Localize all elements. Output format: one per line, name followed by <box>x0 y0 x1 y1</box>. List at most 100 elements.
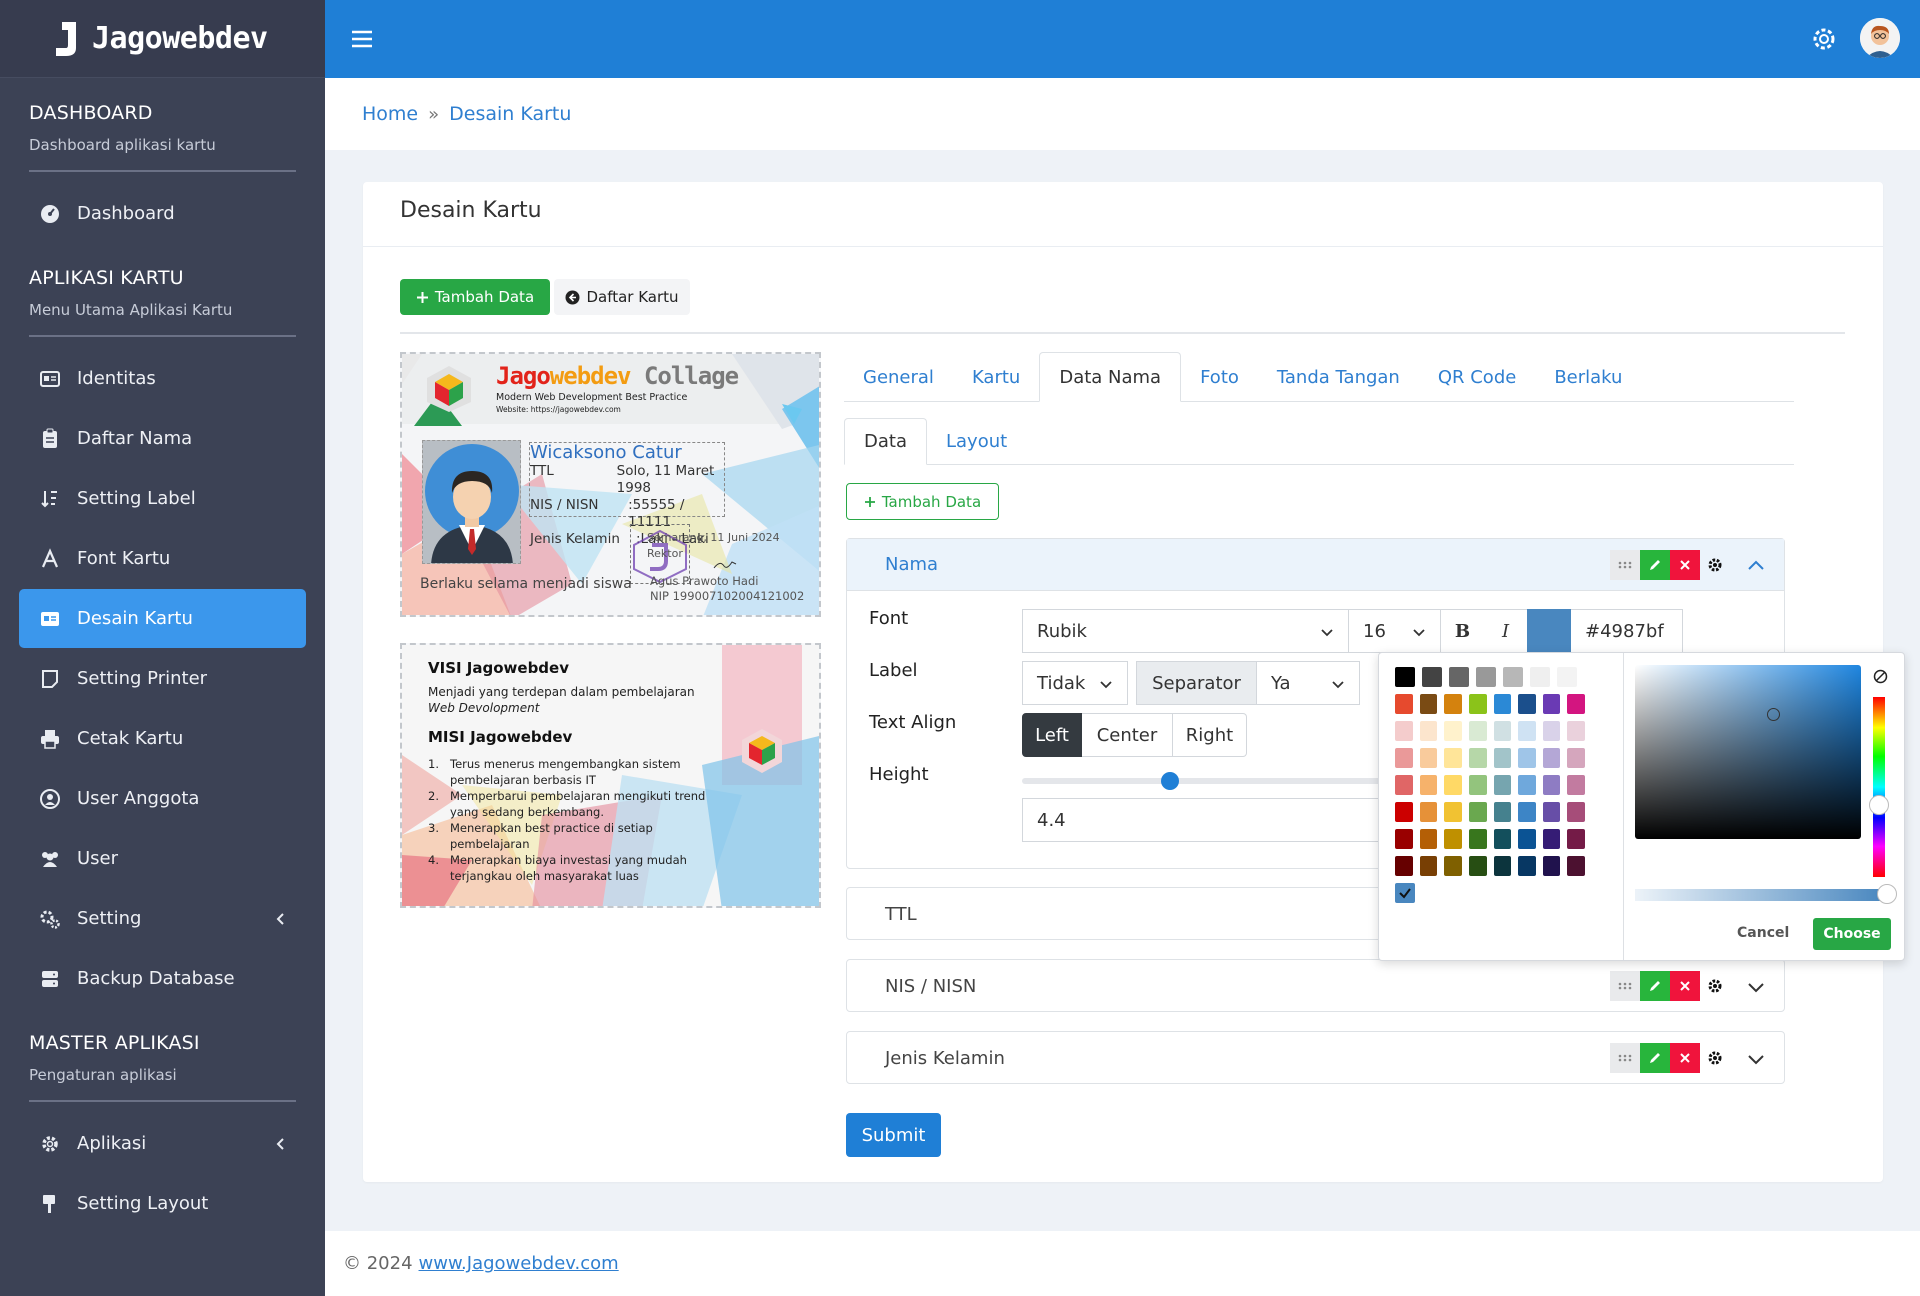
hue-slider-thumb[interactable] <box>1869 795 1889 815</box>
field-settings-icon[interactable] <box>1700 971 1730 1001</box>
color-swatch[interactable] <box>1444 694 1462 714</box>
tab-foto[interactable]: Foto <box>1181 352 1258 402</box>
color-swatch[interactable] <box>1518 802 1536 822</box>
color-swatch[interactable] <box>1493 694 1512 714</box>
hue-slider[interactable] <box>1873 697 1885 877</box>
breadcrumb-home[interactable]: Home <box>362 103 418 125</box>
tab-berlaku[interactable]: Berlaku <box>1535 352 1641 402</box>
color-hex-input[interactable]: #4987bf <box>1571 609 1683 653</box>
subtab-layout[interactable]: Layout <box>927 418 1026 465</box>
picker-choose-button[interactable]: Choose <box>1813 918 1891 950</box>
color-swatch[interactable] <box>1468 748 1487 768</box>
sidebar-item-user[interactable]: User <box>19 829 306 888</box>
color-swatch[interactable] <box>1468 856 1487 876</box>
color-swatch[interactable] <box>1419 748 1438 768</box>
no-color-icon[interactable] <box>1873 669 1888 684</box>
tab-data-nama[interactable]: Data Nama <box>1039 352 1182 402</box>
color-swatch[interactable] <box>1444 829 1462 849</box>
sidebar-item-daftar-nama[interactable]: Daftar Nama <box>19 409 306 468</box>
color-swatch[interactable] <box>1422 667 1442 687</box>
font-size-select[interactable]: 16 <box>1349 609 1441 653</box>
chevron-down-icon[interactable] <box>1746 1049 1766 1069</box>
sidebar-item-setting-printer[interactable]: Setting Printer <box>19 649 306 708</box>
saturation-area[interactable] <box>1635 665 1861 839</box>
align-left-button[interactable]: Left <box>1022 713 1082 757</box>
color-swatch[interactable] <box>1493 829 1512 849</box>
color-swatch[interactable] <box>1567 829 1585 849</box>
add-data-button[interactable]: Tambah Data <box>400 279 550 315</box>
sidebar-item-user-anggota[interactable]: User Anggota <box>19 769 306 828</box>
color-swatch[interactable] <box>1419 829 1438 849</box>
align-center-button[interactable]: Center <box>1082 713 1173 757</box>
color-swatch[interactable] <box>1395 694 1413 714</box>
drag-handle-icon[interactable] <box>1610 1043 1640 1073</box>
sidebar-item-setting-layout[interactable]: Setting Layout <box>19 1174 306 1233</box>
sidebar-item-identitas[interactable]: Identitas <box>19 349 306 408</box>
selected-color-swatch[interactable] <box>1395 883 1415 903</box>
sidebar-item-desain-kartu[interactable]: Desain Kartu <box>19 589 306 648</box>
align-right-button[interactable]: Right <box>1173 713 1247 757</box>
color-swatch[interactable] <box>1468 775 1487 795</box>
card-front-preview[interactable]: Jagowebdev Collage Modern Web Developmen… <box>400 352 821 617</box>
tab-kartu[interactable]: Kartu <box>953 352 1039 402</box>
edit-icon[interactable] <box>1640 971 1670 1001</box>
color-swatch[interactable] <box>1518 775 1536 795</box>
color-swatch[interactable] <box>1518 748 1536 768</box>
sidebar-item-backup-database[interactable]: Backup Database <box>19 949 306 1008</box>
drag-handle-icon[interactable] <box>1610 971 1640 1001</box>
footer-link[interactable]: www.Jagowebdev.com <box>419 1253 619 1274</box>
settings-gear-icon[interactable] <box>1810 25 1838 53</box>
color-swatch[interactable] <box>1518 829 1536 849</box>
color-swatch[interactable] <box>1476 667 1496 687</box>
tab-tanda-tangan[interactable]: Tanda Tangan <box>1258 352 1419 402</box>
bold-button[interactable]: B <box>1441 609 1485 653</box>
color-swatch[interactable] <box>1542 748 1561 768</box>
color-swatch[interactable] <box>1444 802 1462 822</box>
color-swatch[interactable] <box>1567 721 1585 741</box>
separator-select[interactable]: Ya <box>1256 661 1360 705</box>
color-swatch[interactable] <box>1518 856 1536 876</box>
color-swatch[interactable] <box>1449 667 1469 687</box>
color-swatch[interactable] <box>1567 775 1585 795</box>
color-swatch[interactable] <box>1395 667 1415 687</box>
color-swatch[interactable] <box>1395 748 1413 768</box>
sidebar-item-font-kartu[interactable]: Font Kartu <box>19 529 306 588</box>
color-swatch[interactable] <box>1468 694 1487 714</box>
italic-button[interactable]: I <box>1484 609 1528 653</box>
color-swatch[interactable] <box>1542 775 1561 795</box>
chevron-up-icon[interactable] <box>1746 556 1766 576</box>
color-swatch[interactable] <box>1567 802 1585 822</box>
tab-qr-code[interactable]: QR Code <box>1419 352 1535 402</box>
field-settings-icon[interactable] <box>1700 1043 1730 1073</box>
color-swatch[interactable] <box>1419 694 1438 714</box>
menu-toggle-icon[interactable] <box>350 27 374 51</box>
color-swatch[interactable] <box>1542 721 1561 741</box>
color-swatch[interactable] <box>1567 694 1585 714</box>
color-swatch[interactable] <box>1468 721 1487 741</box>
color-swatch[interactable] <box>1444 748 1462 768</box>
color-swatch[interactable] <box>1444 856 1462 876</box>
edit-icon[interactable] <box>1640 550 1670 580</box>
height-input[interactable]: 4.4 <box>1022 798 1382 842</box>
color-swatch[interactable] <box>1503 667 1523 687</box>
field-settings-icon[interactable] <box>1700 550 1730 580</box>
sidebar-item-dashboard[interactable]: Dashboard <box>19 184 306 243</box>
color-swatch[interactable] <box>1542 856 1561 876</box>
color-swatch[interactable] <box>1493 721 1512 741</box>
brand[interactable]: Jagowebdev <box>0 0 325 78</box>
drag-handle-icon[interactable] <box>1610 550 1640 580</box>
submit-button[interactable]: Submit <box>846 1113 941 1157</box>
delete-icon[interactable] <box>1670 550 1700 580</box>
color-swatch[interactable] <box>1542 802 1561 822</box>
color-swatch[interactable] <box>1468 829 1487 849</box>
chevron-down-icon[interactable] <box>1746 977 1766 997</box>
color-swatch[interactable] <box>1444 721 1462 741</box>
sidebar-item-setting-label[interactable]: Setting Label <box>19 469 306 528</box>
card-back-preview[interactable]: VISI Jagowebdev Menjadi yang terdepan da… <box>400 643 821 908</box>
color-swatch[interactable] <box>1395 856 1413 876</box>
color-swatch[interactable] <box>1395 829 1413 849</box>
color-swatch-button[interactable] <box>1527 609 1571 653</box>
color-swatch[interactable] <box>1419 802 1438 822</box>
color-swatch[interactable] <box>1567 748 1585 768</box>
avatar[interactable] <box>1860 18 1900 58</box>
